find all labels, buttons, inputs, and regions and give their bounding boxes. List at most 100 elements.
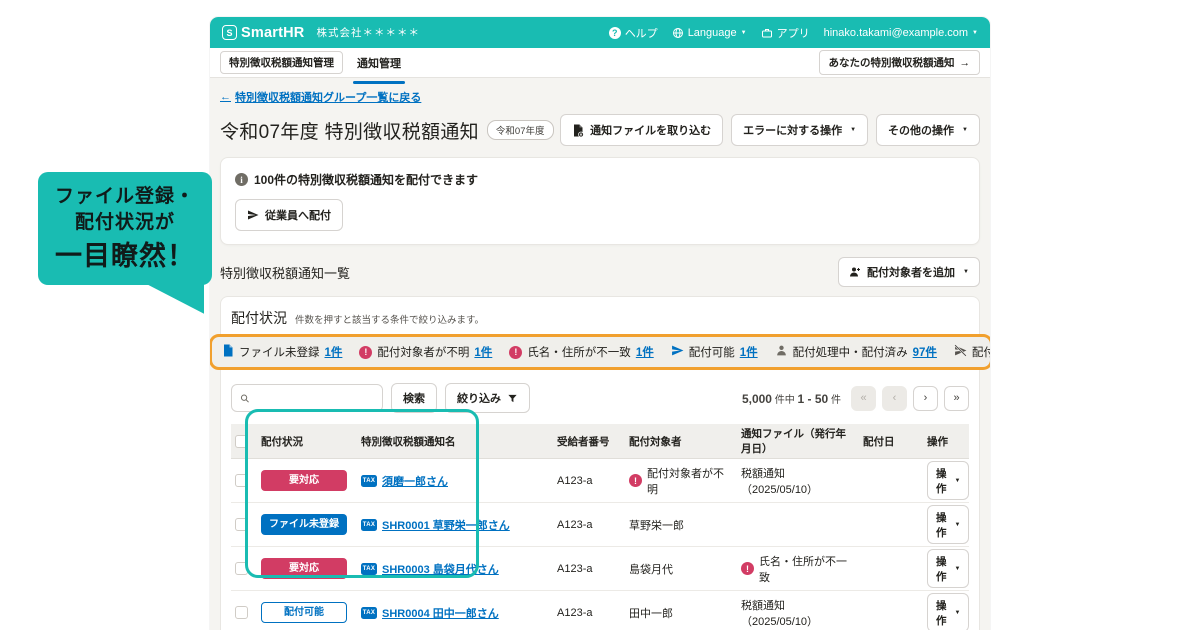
notice-list-panel: 配付状況 件数を押すと該当する条件で絞り込みます。 ファイル未登録1件!配付対象… <box>220 296 980 630</box>
status-label: ファイル未登録 <box>239 344 320 360</box>
language-menu[interactable]: Language ▼ <box>672 27 747 39</box>
apps-label: アプリ <box>777 25 810 41</box>
distribution-target-cell: !配付対象者が不明 <box>625 463 737 499</box>
table-row: 要対応TAX須磨一郎さんA123-a!配付対象者が不明税額通知（2025/05/… <box>231 459 969 503</box>
chevron-down-icon: ▼ <box>955 478 961 484</box>
pager-button-3[interactable]: » <box>944 386 969 411</box>
error-ops-label: エラーに対する操作 <box>743 122 842 138</box>
row-action-button[interactable]: 操作▼ <box>927 461 969 500</box>
range-count: 1 - 50 <box>798 392 829 406</box>
app-window: S SmartHR 株式会社＊＊＊＊＊ ? ヘルプ Language ▼ アプリ… <box>210 17 990 630</box>
chevron-down-icon: ▼ <box>955 610 961 616</box>
status-summary-item: 配付不可1件 <box>954 344 990 360</box>
status-label: 配付処理中・配付済み <box>793 344 908 360</box>
column-header: 特別徴収税額通知名 <box>357 432 553 451</box>
status-summary-description: 件数を押すと該当する条件で絞り込みます。 <box>295 312 484 326</box>
pager-button-2[interactable]: › <box>913 386 938 411</box>
help-menu[interactable]: ? ヘルプ <box>609 25 658 41</box>
filter-button[interactable]: 絞り込み <box>445 383 530 413</box>
status-summary-item: 配付処理中・配付済み 97件 <box>775 344 937 360</box>
column-header: 配付対象者 <box>625 432 737 451</box>
status-label: 配付対象者が不明 <box>377 344 469 360</box>
select-all-checkbox[interactable] <box>235 435 248 448</box>
chevron-down-icon: ▼ <box>955 522 961 528</box>
send-off-icon <box>954 344 967 360</box>
notice-name-link[interactable]: SHR0001 草野栄一郎さん <box>382 517 510 533</box>
your-notices-label: あなたの特別徴収税額通知 <box>829 55 955 70</box>
send-icon <box>247 209 259 221</box>
smarthr-logo-text: SmartHR <box>241 25 304 41</box>
distribute-to-employees-button[interactable]: 従業員へ配付 <box>235 199 343 231</box>
year-badge: 令和07年度 <box>487 120 554 140</box>
status-badge: ファイル未登録 <box>261 514 347 535</box>
row-checkbox[interactable] <box>235 562 248 575</box>
notice-file-cell: 税額通知（2025/05/10） <box>737 595 859 630</box>
funnel-icon <box>507 393 518 404</box>
alert-icon: ! <box>741 562 754 575</box>
distribution-date-cell <box>859 567 923 571</box>
status-badge: 要対応 <box>261 470 347 491</box>
recipient-number-cell: A123-a <box>553 517 625 533</box>
tab-notice-management-group[interactable]: 特別徴収税額通知管理 <box>220 51 343 74</box>
callout-bubble: ファイル登録・ 配付状況が 一目瞭然！ <box>38 172 212 285</box>
row-action-button[interactable]: 操作▼ <box>927 593 969 630</box>
tax-file-icon: TAX <box>361 607 377 619</box>
total-count: 5,000 <box>742 392 772 406</box>
global-header: S SmartHR 株式会社＊＊＊＊＊ ? ヘルプ Language ▼ アプリ… <box>210 17 990 48</box>
status-badge: 要対応 <box>261 558 347 579</box>
distribution-info-card: i 100件の特別徴収税額通知を配付できます 従業員へ配付 <box>220 157 980 245</box>
other-ops-button[interactable]: その他の操作 ▼ <box>876 114 980 146</box>
account-menu[interactable]: hinako.takami@example.com ▼ <box>824 27 978 39</box>
notice-file-cell <box>737 523 859 527</box>
notice-name-link[interactable]: SHR0003 島袋月代さん <box>382 561 499 577</box>
status-count-link[interactable]: 1件 <box>740 344 758 360</box>
send-icon <box>671 344 684 360</box>
distribution-date-cell <box>859 523 923 527</box>
filter-button-label: 絞り込み <box>457 390 501 406</box>
search-box[interactable] <box>231 384 383 412</box>
chevron-down-icon: ▼ <box>962 127 968 133</box>
column-header: 配付日 <box>859 432 923 451</box>
status-badge: 配付可能 <box>261 602 347 623</box>
search-button-label: 検索 <box>403 390 425 406</box>
row-action-button[interactable]: 操作▼ <box>927 549 969 588</box>
apps-menu[interactable]: アプリ <box>761 25 810 41</box>
status-count-link[interactable]: 1件 <box>636 344 654 360</box>
chevron-down-icon: ▼ <box>741 30 747 36</box>
person-add-icon <box>849 266 861 278</box>
status-label: 氏名・住所が不一致 <box>527 344 631 360</box>
row-action-button[interactable]: 操作▼ <box>927 505 969 544</box>
file-import-icon <box>572 124 584 137</box>
search-input[interactable] <box>255 392 374 404</box>
notice-file-cell: !氏名・住所が不一致 <box>737 551 859 587</box>
row-checkbox[interactable] <box>235 606 248 619</box>
error-ops-button[interactable]: エラーに対する操作 ▼ <box>731 114 868 146</box>
table-row: 要対応TAXSHR0003 島袋月代さんA123-a島袋月代!氏名・住所が不一致… <box>231 547 969 591</box>
alert-icon: ! <box>359 346 372 359</box>
back-link[interactable]: ← 特別徴収税額通知グループ一覧に戻る <box>220 89 421 105</box>
recipient-number-cell: A123-a <box>553 605 625 621</box>
import-file-button[interactable]: 通知ファイルを取り込む <box>560 114 723 146</box>
status-label: 配付不可 <box>972 344 990 360</box>
status-count-link[interactable]: 97件 <box>913 344 937 360</box>
row-checkbox[interactable] <box>235 518 248 531</box>
callout-line-3: 一目瞭然！ <box>46 238 204 274</box>
recipient-number-cell: A123-a <box>553 473 625 489</box>
status-count-link[interactable]: 1件 <box>325 344 343 360</box>
add-distribution-target-button[interactable]: 配付対象者を追加 ▼ <box>838 257 980 287</box>
column-header: 操作 <box>923 432 969 451</box>
add-target-label: 配付対象者を追加 <box>867 264 955 280</box>
row-checkbox[interactable] <box>235 474 248 487</box>
tab-notice-management[interactable]: 通知管理 <box>353 49 405 77</box>
search-button[interactable]: 検索 <box>391 383 437 413</box>
distribution-target-cell: 島袋月代 <box>625 559 737 579</box>
notice-name-link[interactable]: 須磨一郎さん <box>382 473 448 489</box>
callout-tail <box>146 284 204 314</box>
distribution-target-cell: 田中一郎 <box>625 603 737 623</box>
status-count-link[interactable]: 1件 <box>474 344 492 360</box>
chevron-down-icon: ▼ <box>972 30 978 36</box>
notice-name-link[interactable]: SHR0004 田中一郎さん <box>382 605 499 621</box>
your-notices-button[interactable]: あなたの特別徴収税額通知 → <box>819 50 981 75</box>
status-label: 配付可能 <box>689 344 735 360</box>
tax-file-icon: TAX <box>361 475 377 487</box>
